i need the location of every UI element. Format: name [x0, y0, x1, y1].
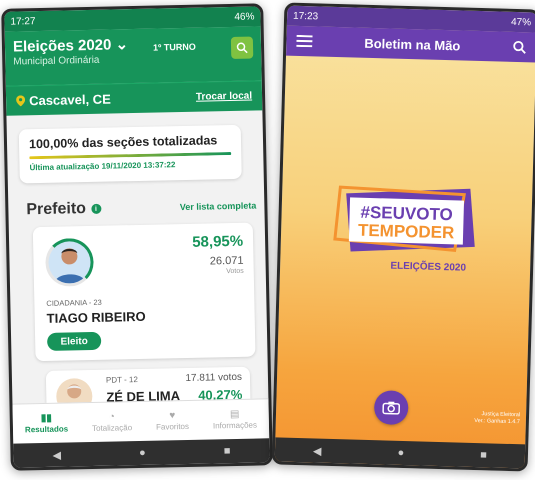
nav-favoritos-label: Favoritos [155, 421, 190, 432]
system-navigation-2: ◀ ● ■ [274, 437, 526, 469]
search-button[interactable] [230, 36, 254, 59]
version-text: Justiça Eleitoral Ver.: Ganhas 1.4.7 [474, 411, 520, 426]
candidate-1-avatar [45, 237, 95, 287]
nav-totalizacao[interactable]: ◔ Totalização [92, 411, 132, 433]
elected-badge: Eleito [46, 331, 102, 351]
see-full-list-link[interactable]: Ver lista completa [180, 200, 257, 212]
candidate-card-1[interactable]: 58,95% 26.071 Votos CIDADANIA - 23 TIAGO… [32, 222, 256, 362]
candidate-1-votes: 26.071 [209, 254, 244, 268]
search-icon [236, 42, 248, 54]
sections-progress-fill [29, 152, 232, 160]
candidate-1-votes-label: Votos [226, 267, 244, 276]
candidate-2-party: PDT - 12 [105, 375, 138, 385]
change-location-link[interactable]: Trocar local [196, 91, 252, 103]
prefeito-header: Prefeito i Ver lista completa [26, 196, 256, 219]
screenshot-stage: 17:27 46% Eleições 2020 ⌄ Municipal Ordi… [0, 0, 535, 480]
bottom-navigation: ▮▮ Resultados ◔ Totalização ♥ Favoritos … [12, 398, 270, 444]
candidate-2-votes: 17.811 votos [185, 371, 243, 385]
location-bar: Cascavel, CE Trocar local [5, 80, 263, 116]
logo-line-3: ELEIÇÕES 2020 [390, 259, 466, 274]
status-battery-2: 47% [510, 16, 532, 28]
nav-favoritos[interactable]: ♥ Favoritos [155, 410, 190, 432]
nav-totalizacao-label: Totalização [91, 423, 133, 433]
nav-resultados-label: Resultados [24, 424, 69, 435]
status-time: 17:27 [10, 15, 36, 28]
app-bar: Boletim na Mão [286, 25, 535, 63]
pie-chart-icon: ◔ [108, 411, 115, 423]
sections-title: 100,00% das seções totalizadas [28, 133, 218, 152]
phone-results: 17:27 46% Eleições 2020 ⌄ Municipal Ordi… [1, 3, 273, 471]
bar-chart-icon: ▮▮ [40, 412, 52, 425]
candidate-1-name: TIAGO RIBEIRO [46, 308, 146, 326]
menu-icon[interactable] [296, 34, 313, 48]
camera-button[interactable] [373, 390, 409, 426]
nav-resultados[interactable]: ▮▮ Resultados [24, 412, 69, 435]
recents-icon[interactable]: ■ [480, 449, 487, 461]
status-time-2: 17:23 [292, 10, 319, 22]
last-update: Última atualização 19/11/2020 13:37:22 [29, 160, 176, 173]
status-battery: 46% [234, 10, 255, 23]
home-icon[interactable]: ● [397, 447, 404, 459]
sections-card: 100,00% das seções totalizadas Última at… [18, 124, 242, 184]
app-title: Boletim na Mão [364, 35, 461, 53]
candidate-1-party: CIDADANIA - 23 [46, 297, 102, 308]
phone-boletim: 17:23 47% Boletim na Mão #SEUVOTO TEMPOD… [271, 2, 535, 472]
back-icon[interactable]: ◀ [313, 444, 322, 457]
nav-informacoes-label: Informações [212, 420, 258, 431]
logo-line-2: TEMPODER [358, 221, 455, 243]
app-header: Eleições 2020 ⌄ Municipal Ordinária 1º T… [4, 26, 262, 86]
seu-voto-tem-poder-logo: #SEUVOTO TEMPODER ELEIÇÕES 2020 [333, 185, 475, 274]
search-icon[interactable] [512, 40, 526, 54]
info-icon[interactable]: i [90, 203, 102, 214]
turno-toggle[interactable]: 1º TURNO [153, 42, 196, 53]
home-icon[interactable]: ● [139, 447, 146, 459]
nav-informacoes[interactable]: ▤ Informações [213, 409, 257, 431]
heart-icon: ♥ [169, 410, 176, 422]
trash-icon: ▤ [229, 408, 240, 421]
prefeito-title: Prefeito [26, 200, 87, 219]
version-line-2: Ver.: Ganhas 1.4.7 [474, 417, 520, 426]
sections-progress [29, 152, 232, 160]
location-city: Cascavel, CE [28, 91, 111, 109]
recents-icon[interactable]: ■ [224, 445, 231, 457]
camera-icon [382, 401, 401, 415]
system-navigation: ◀ ● ■ [13, 438, 270, 468]
candidate-1-percent: 58,95% [192, 232, 244, 251]
location-pin-icon [16, 95, 26, 107]
back-icon[interactable]: ◀ [52, 448, 61, 461]
